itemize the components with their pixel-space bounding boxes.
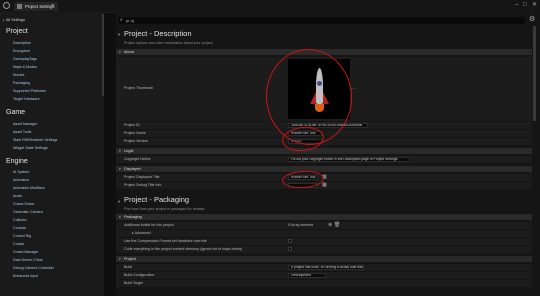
plus-circle-icon[interactable]: ⊕ — [328, 222, 332, 229]
sidebar-item-crowd-manager[interactable]: Crowd Manager — [13, 250, 39, 254]
trash-icon[interactable]: 🗑 — [334, 222, 340, 229]
sidebar-item-chaos-solver[interactable]: Chaos Solver — [13, 202, 35, 206]
minimize-icon[interactable]: – — [515, 2, 518, 8]
section-subtitle-description: Project options and other information ab… — [124, 41, 214, 45]
copyright-field[interactable]: Fill out your copyright notice in the De… — [288, 157, 410, 162]
close-tab-icon[interactable]: ✕ — [51, 3, 55, 9]
row-code-everything: Code everything in the project content d… — [116, 246, 532, 254]
row-label: Project Name — [124, 131, 146, 135]
row-debug-title: Project Debug Title Info ▦ — [116, 182, 532, 190]
sidebar-item-debug-camera[interactable]: Debug Camera Controller — [13, 266, 54, 270]
unreal-logo-icon — [3, 2, 10, 9]
close-window-icon[interactable]: ✕ — [532, 2, 537, 8]
row-build-target: Build Target — [116, 280, 532, 288]
sidebar-item-gameplaytags[interactable]: GameplayTags — [13, 57, 37, 61]
compression-checkbox[interactable] — [288, 239, 292, 243]
more-options-icon[interactable]: ⋯ — [351, 86, 356, 92]
settings-tab-icon — [17, 4, 22, 9]
collapse-arrow-icon: ▾ — [119, 149, 121, 153]
collapse-arrow-icon: ▾ — [119, 215, 121, 219]
row-label: Build — [124, 265, 132, 269]
row-label: Project Thumbnail — [124, 86, 153, 90]
code-everything-checkbox[interactable] — [288, 247, 292, 251]
collapse-arrow-icon[interactable]: ▾ — [118, 199, 120, 205]
row-label: Project Debug Title Info — [124, 183, 162, 187]
row-label: Additional builds for this project — [124, 223, 174, 227]
row-label: Copyright Notice — [124, 157, 151, 161]
category-legal[interactable]: ▾ Legal — [116, 148, 532, 154]
sidebar-item-ai-system[interactable]: AI System — [13, 170, 29, 174]
row-build: Build If project has code, or running a … — [116, 264, 532, 272]
sidebar-item-encryption[interactable]: Encryption — [13, 49, 30, 53]
sidebar-item-animation-modifiers[interactable]: Animation Modifiers — [13, 186, 45, 190]
row-label: Project Displayed Title — [124, 175, 160, 179]
category-label: Project — [124, 257, 136, 261]
expand-arrow-icon[interactable]: ▸ — [3, 18, 5, 22]
sidebar-scrollbar[interactable] — [102, 14, 104, 96]
row-label: Build Configuration — [124, 273, 155, 277]
row-label: Use the Compression Format set hardware … — [124, 239, 207, 243]
row-label: Project Version — [124, 139, 149, 143]
search-input[interactable]: pr oj — [126, 17, 134, 24]
sidebar-item-target-hardware[interactable]: Target Hardware — [13, 97, 40, 101]
row-advanced[interactable]: ▸ Advanced — [116, 230, 532, 238]
sidebar-section-project: Project — [6, 28, 28, 35]
sidebar-item-packaging[interactable]: Packaging — [13, 81, 30, 85]
sidebar-item-maps-modes[interactable]: Maps & Modes — [13, 65, 37, 69]
search-icon: ⌕ — [120, 17, 123, 23]
sidebar-item-enhanced-input[interactable]: Enhanced Input — [13, 274, 38, 278]
section-title-description: Project - Description — [124, 29, 192, 38]
category-packaging[interactable]: ▾ Packaging — [116, 214, 532, 220]
sidebar-item-animation[interactable]: Animation — [13, 178, 29, 182]
row-compression: Use the Compression Format set hardware … — [116, 238, 532, 246]
sidebar-item-widget-state[interactable]: Widget State Settings — [13, 146, 48, 150]
sidebar-item-asset-manager[interactable]: Asset Manager — [13, 122, 37, 126]
sidebar-item-cooker[interactable]: Cooker — [13, 242, 25, 246]
text-tool-icon[interactable]: ▦ — [322, 182, 327, 189]
all-settings-link[interactable]: All Settings — [6, 18, 25, 22]
sidebar-item-cinematic-camera[interactable]: Cinematic Camera — [13, 210, 43, 214]
gear-icon[interactable]: ⚙ — [529, 16, 535, 24]
sidebar-item-asset-tools[interactable]: Asset Tools — [13, 130, 31, 134]
category-label: Packaging — [124, 215, 142, 219]
row-additional-builds: Additional builds for this project 0 Arr… — [116, 222, 532, 230]
sidebar-item-audio[interactable]: Audio — [13, 194, 22, 198]
collapse-arrow-icon: ▾ — [119, 167, 121, 171]
category-label: Legal — [124, 149, 134, 153]
sidebar-item-description[interactable]: Description — [13, 41, 31, 45]
advanced-label: Advanced — [134, 231, 151, 235]
row-build-config: Build Configuration Development — [116, 272, 532, 280]
row-copyright: Copyright Notice Fill out your copyright… — [116, 156, 532, 164]
search-box[interactable]: ⌕ pr oj — [118, 17, 525, 24]
row-label: Build Target — [124, 281, 143, 285]
section-title-packaging: Project - Packaging — [124, 195, 190, 204]
sidebar-item-supported-platforms[interactable]: Supported Platforms — [13, 89, 46, 93]
collapse-arrow-icon: ▾ — [119, 257, 121, 261]
advanced-toggle[interactable]: ▸ Advanced — [132, 230, 151, 237]
sidebar-section-game: Game — [6, 109, 26, 116]
sidebar-item-slate-rhi[interactable]: Slate RHIRenderer Settings — [13, 138, 57, 142]
sidebar-section-engine: Engine — [6, 158, 28, 165]
sidebar-item-collision[interactable]: Collision — [13, 218, 27, 222]
sidebar-item-console[interactable]: Console — [13, 226, 26, 230]
row-label: Project ID — [124, 123, 140, 127]
sidebar-item-control-rig[interactable]: Control Rig — [13, 234, 31, 238]
category-project[interactable]: ▾ Project — [116, 256, 532, 262]
tab-project-settings[interactable]: Project Settings ✕ — [14, 2, 58, 11]
maximize-icon[interactable]: □ — [523, 2, 527, 8]
section-subtitle-packaging: Fine tune how your project is packaged f… — [124, 207, 206, 211]
array-count: 0 Array element — [288, 223, 314, 227]
collapse-arrow-icon: ▾ — [119, 50, 121, 54]
collapse-arrow-icon[interactable]: ▾ — [118, 32, 120, 38]
details-scrollbar[interactable] — [533, 26, 536, 121]
category-label: About — [124, 50, 134, 54]
sidebar-item-movies[interactable]: Movies — [13, 73, 24, 77]
build-config-dropdown[interactable]: Development — [288, 273, 326, 278]
row-label: Code everything in the project content d… — [124, 247, 243, 251]
category-displayed[interactable]: ▾ Displayed — [116, 166, 532, 172]
build-dropdown[interactable]: If project has code, or running a locall… — [288, 265, 364, 270]
category-label: Displayed — [124, 167, 141, 171]
settings-sidebar: ▸ All Settings Project Description Encry… — [0, 12, 104, 296]
sidebar-item-data-driven-cvars[interactable]: Data Driven CVars — [13, 258, 43, 262]
